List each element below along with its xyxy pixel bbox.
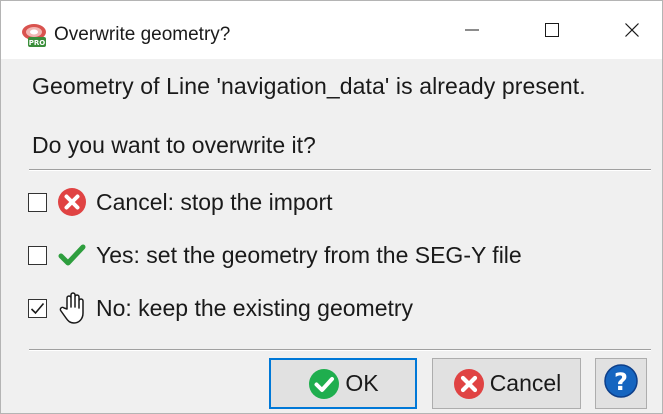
ok-button-label: OK <box>345 370 379 396</box>
maximize-icon <box>545 23 559 37</box>
ok-button[interactable]: OK <box>269 358 417 409</box>
help-button[interactable]: ? <box>595 358 647 409</box>
option-yes-label: Yes: set the geometry from the SEG-Y fil… <box>96 241 522 268</box>
error-x-icon <box>56 186 88 218</box>
option-no-checkbox[interactable] <box>28 298 47 318</box>
close-button[interactable] <box>602 1 662 59</box>
cancel-x-icon <box>452 367 486 401</box>
divider <box>29 169 651 171</box>
title-bar[interactable]: PRO Overwrite geometry? <box>1 1 662 59</box>
option-yes-checkbox[interactable] <box>28 245 47 265</box>
dialog-window: PRO Overwrite geometry? Geometry of Line… <box>0 0 663 414</box>
option-no[interactable]: No: keep the existing geometry <box>28 291 413 325</box>
svg-text:PRO: PRO <box>29 39 46 47</box>
dialog-message: Geometry of Line 'navigation_data' is al… <box>32 73 586 99</box>
minimize-icon <box>465 29 479 31</box>
minimize-button[interactable] <box>442 1 502 59</box>
window-title: Overwrite geometry? <box>54 24 231 45</box>
cancel-button-label: Cancel <box>489 370 562 396</box>
hand-stop-icon <box>56 292 88 324</box>
close-icon <box>625 23 639 37</box>
svg-text:?: ? <box>614 368 628 396</box>
option-cancel-label: Cancel: stop the import <box>96 188 333 215</box>
maximize-button[interactable] <box>522 1 582 59</box>
option-cancel[interactable]: Cancel: stop the import <box>28 185 333 219</box>
help-question-icon: ? <box>603 363 639 405</box>
option-cancel-checkbox[interactable] <box>28 192 47 212</box>
pro-app-icon: PRO <box>20 22 48 48</box>
ok-check-icon <box>307 367 341 401</box>
checked-mark-icon <box>30 302 45 314</box>
checkmark-icon <box>56 239 88 271</box>
option-no-label: No: keep the existing geometry <box>96 294 414 321</box>
divider <box>29 349 651 351</box>
cancel-button[interactable]: Cancel <box>432 358 581 409</box>
dialog-question: Do you want to overwrite it? <box>32 132 316 158</box>
option-yes[interactable]: Yes: set the geometry from the SEG-Y fil… <box>28 238 522 272</box>
